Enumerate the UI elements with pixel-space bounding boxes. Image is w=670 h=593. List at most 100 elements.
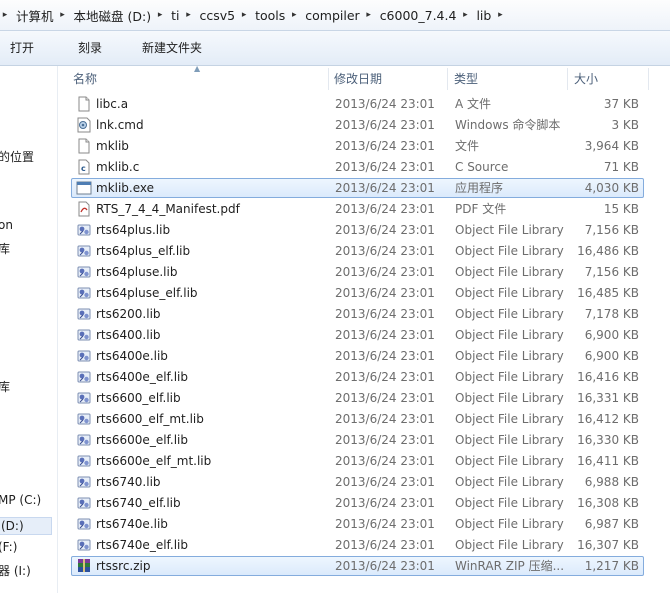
library-icon	[76, 222, 92, 238]
library-icon	[76, 537, 92, 553]
file-name: rts64plus.lib	[96, 223, 171, 237]
column-header-type[interactable]: 类型	[454, 66, 478, 92]
file-size: 16,330 KB	[577, 433, 639, 447]
file-date: 2013/6/24 23:01	[335, 244, 435, 258]
nav-item-drive-c[interactable]: MP (C:)	[0, 493, 41, 507]
breadcrumb-separator-icon[interactable]: ▸	[289, 4, 299, 26]
file-type: Object File Library	[455, 517, 564, 531]
breadcrumb-item[interactable]: ti	[165, 4, 183, 26]
file-date: 2013/6/24 23:01	[335, 286, 435, 300]
file-size: 7,156 KB	[584, 265, 639, 279]
file-type: Object File Library	[455, 286, 564, 300]
file-size: 6,900 KB	[584, 328, 639, 342]
breadcrumb-item[interactable]: tools	[249, 4, 289, 26]
file-row[interactable]: rts6740e.lib 2013/6/24 23:01 Object File L…	[71, 514, 644, 534]
nav-item-drive-i[interactable]: 器 (I:)	[0, 562, 31, 579]
column-divider[interactable]	[648, 68, 649, 90]
column-header-name[interactable]: 名称	[73, 66, 97, 92]
file-type: Object File Library	[455, 328, 564, 342]
file-row[interactable]: rts6600e_elf.lib 2013/6/24 23:01 Object Fi…	[71, 430, 644, 450]
breadcrumb-item[interactable]: c6000_7.4.4	[374, 4, 461, 26]
file-row[interactable]: rts6200.lib 2013/6/24 23:01 Object File Li…	[71, 304, 644, 324]
column-header-bar: ▲ 名称 修改日期 类型 大小	[57, 66, 670, 92]
file-row[interactable]: rts64pluse.lib 2013/6/24 23:01 Object File…	[71, 262, 644, 282]
file-row[interactable]: rts64plus.lib 2013/6/24 23:01 Object File …	[71, 220, 644, 240]
file-date: 2013/6/24 23:01	[335, 307, 435, 321]
file-row[interactable]: mklib 2013/6/24 23:01 文件 3,964 KB	[71, 136, 644, 156]
breadcrumb-separator-icon[interactable]: ▸	[58, 4, 68, 26]
file-row[interactable]: rts6600e_elf_mt.lib 2013/6/24 23:01 Object…	[71, 451, 644, 471]
file-row[interactable]: rts6400.lib 2013/6/24 23:01 Object File Li…	[71, 325, 644, 345]
column-divider[interactable]	[567, 68, 568, 90]
breadcrumb-item[interactable]: compiler	[299, 4, 363, 26]
file-type: 文件	[455, 139, 480, 153]
file-size: 15 KB	[603, 202, 639, 216]
file-size: 71 KB	[603, 160, 639, 174]
file-date: 2013/6/24 23:01	[335, 328, 435, 342]
library-icon	[76, 390, 92, 406]
file-row[interactable]: rts64plus_elf.lib 2013/6/24 23:01 Object F…	[71, 241, 644, 261]
file-type: Object File Library	[455, 412, 564, 426]
column-divider[interactable]	[328, 68, 329, 90]
file-name: lnk.cmd	[96, 118, 144, 132]
file-size: 7,178 KB	[584, 307, 639, 321]
file-type: Object File Library	[455, 475, 564, 489]
file-row[interactable]: rts6740_elf.lib 2013/6/24 23:01 Object Fil…	[71, 493, 644, 513]
file-type: Windows 命令脚本	[455, 118, 561, 132]
nav-item-drive-d[interactable]: (D:)	[0, 517, 52, 535]
breadcrumb-separator-icon[interactable]: ▸	[364, 4, 374, 26]
file-size: 16,308 KB	[577, 496, 639, 510]
file-row[interactable]: rts6400e.lib 2013/6/24 23:01 Object File L…	[71, 346, 644, 366]
file-row[interactable]: rts6740.lib 2013/6/24 23:01 Object File Li…	[71, 472, 644, 492]
column-divider[interactable]	[447, 68, 448, 90]
file-row[interactable]: libc.a 2013/6/24 23:01 A 文件 37 KB	[71, 94, 644, 114]
file-date: 2013/6/24 23:01	[335, 97, 435, 111]
breadcrumb-separator-icon[interactable]: ▸	[239, 4, 249, 26]
file-size: 16,307 KB	[577, 538, 639, 552]
file-type: Object File Library	[455, 538, 564, 552]
breadcrumb-separator-icon[interactable]: ▸	[460, 4, 470, 26]
breadcrumb-item[interactable]: 计算机	[10, 4, 58, 26]
file-size: 16,485 KB	[577, 286, 639, 300]
address-bar[interactable]: ▸ 计算机 ▸ 本地磁盘 (D:) ▸ ti ▸ ccsv5 ▸ tools ▸ compiler ▸ c…	[0, 0, 670, 31]
breadcrumb-item[interactable]: 本地磁盘 (D:)	[68, 4, 156, 26]
nav-item-library[interactable]: 库	[0, 240, 10, 257]
breadcrumb-separator-icon[interactable]: ▸	[155, 4, 165, 26]
file-size: 37 KB	[603, 97, 639, 111]
nav-item-recent-places[interactable]: 的位置	[0, 148, 34, 165]
breadcrumb-separator-icon[interactable]: ▸	[183, 4, 193, 26]
file-date: 2013/6/24 23:01	[335, 370, 435, 384]
breadcrumb-separator-icon[interactable]: ▸	[495, 4, 505, 26]
file-date: 2013/6/24 23:01	[335, 349, 435, 363]
nav-item-partial[interactable]: on	[0, 218, 13, 232]
file-type: C Source	[455, 160, 509, 174]
file-row[interactable]: c mklib.c 2013/6/24 23:01 C Source 71 KB	[71, 157, 644, 177]
file-row[interactable]: rts6400e_elf.lib 2013/6/24 23:01 Object Fi…	[71, 367, 644, 387]
file-type: Object File Library	[455, 244, 564, 258]
burn-button[interactable]: 刻录	[70, 36, 110, 60]
file-row[interactable]: lnk.cmd 2013/6/24 23:01 Windows 命令脚本 3 KB	[71, 115, 644, 135]
file-size: 4,030 KB	[584, 181, 639, 195]
file-row[interactable]: RTS_7_4_4_Manifest.pdf 2013/6/24 23:01 PDF…	[71, 199, 644, 219]
file-row[interactable]: rts6740e_elf.lib 2013/6/24 23:01 Object Fi…	[71, 535, 644, 555]
blank-file-icon	[76, 96, 92, 112]
column-header-size[interactable]: 大小	[574, 66, 598, 92]
breadcrumb-separator-icon[interactable]: ▸	[0, 4, 10, 26]
file-row[interactable]: mklib.exe 2013/6/24 23:01 应用程序 4,030 KB	[71, 178, 644, 198]
breadcrumb-item[interactable]: ccsv5	[193, 4, 239, 26]
breadcrumb-item[interactable]: lib	[470, 4, 495, 26]
file-row[interactable]: rtssrc.zip 2013/6/24 23:01 WinRAR ZIP 压缩..…	[71, 556, 644, 576]
column-header-date[interactable]: 修改日期	[334, 66, 382, 92]
file-name: mklib.exe	[96, 181, 155, 195]
file-row[interactable]: rts6600_elf_mt.lib 2013/6/24 23:01 Object …	[71, 409, 644, 429]
file-row[interactable]: rts64pluse_elf.lib 2013/6/24 23:01 Object …	[71, 283, 644, 303]
file-type: WinRAR ZIP 压缩...	[455, 559, 565, 573]
open-button[interactable]: 打开	[2, 36, 42, 60]
file-row[interactable]: rts6600_elf.lib 2013/6/24 23:01 Object Fil…	[71, 388, 644, 408]
nav-item-library-2[interactable]: 库	[0, 378, 10, 395]
new-folder-button[interactable]: 新建文件夹	[134, 36, 210, 60]
file-size: 16,411 KB	[577, 454, 639, 468]
file-size: 6,987 KB	[584, 517, 639, 531]
library-icon	[76, 516, 92, 532]
nav-item-drive-f[interactable]: (F:)	[0, 540, 17, 554]
